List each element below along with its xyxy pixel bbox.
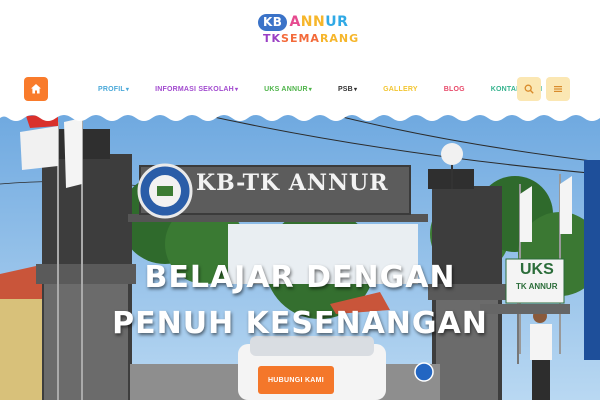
main-navigation: PROFIL▾ INFORMASI SEKOLAH▾ UKS ANNUR▾ PS…: [0, 66, 600, 114]
logo-text-part: NN: [300, 14, 326, 30]
nav-item-informasi-sekolah[interactable]: INFORMASI SEKOLAH▾: [155, 86, 238, 93]
logo-text-part: TK: [263, 32, 282, 45]
gate-sign-text: KB-TK ANNUR: [196, 170, 389, 196]
logo-text-part: A: [289, 14, 301, 30]
nav-item-label: PSB: [337, 85, 353, 93]
nav-item-gallery[interactable]: GALLERY: [383, 86, 418, 93]
nav-item-profil[interactable]: PROFIL▾: [98, 86, 129, 93]
menu-button[interactable]: [546, 77, 570, 101]
search-button[interactable]: [517, 77, 541, 101]
chevron-down-icon: ▾: [234, 86, 239, 93]
contact-us-button[interactable]: HUBUNGI KAMI: [258, 366, 334, 394]
logo-text-part: SEMA: [281, 32, 320, 45]
logo-text-part: UR: [325, 14, 349, 30]
logo-text-part: RANG: [319, 32, 360, 45]
home-icon: [31, 84, 41, 94]
logo-line-2: TKSEMARANG: [263, 32, 359, 50]
nav-links: PROFIL▾ INFORMASI SEKOLAH▾ UKS ANNUR▾ PS…: [98, 81, 542, 97]
site-logo[interactable]: KB ANNUR TKSEMARANG: [258, 12, 358, 52]
hero-title-line-1: BELAJAR DENGAN: [144, 260, 456, 295]
hero-background-photo: [0, 114, 600, 400]
site-header: KB ANNUR TKSEMARANG: [0, 0, 600, 66]
chevron-down-icon: ▾: [125, 86, 130, 93]
hamburger-menu-icon: [554, 86, 562, 92]
wavy-divider: [0, 114, 600, 121]
logo-line-1: KB ANNUR: [258, 12, 348, 32]
nav-item-uks-annur[interactable]: UKS ANNUR▾: [264, 86, 312, 93]
nav-item-label: INFORMASI SEKOLAH: [155, 85, 234, 93]
search-icon: [524, 84, 534, 94]
nav-item-label: BLOG: [443, 85, 465, 93]
hero-title-line-2: PENUH KESENANGAN: [112, 306, 488, 341]
chevron-down-icon: ▾: [308, 86, 312, 93]
chevron-down-icon: ▾: [353, 86, 358, 93]
nav-item-label: UKS ANNUR: [264, 85, 308, 93]
hero-banner: KB-TK ANNUR UKS TK ANNUR BELAJAR DENGAN …: [0, 114, 600, 400]
nav-item-blog[interactable]: BLOG: [444, 86, 465, 93]
nav-item-label: GALLERY: [383, 85, 418, 93]
home-button[interactable]: [24, 77, 48, 101]
nav-item-psb[interactable]: PSB▾: [338, 86, 357, 93]
nav-item-label: PROFIL: [98, 85, 125, 93]
logo-badge: KB: [258, 13, 288, 31]
